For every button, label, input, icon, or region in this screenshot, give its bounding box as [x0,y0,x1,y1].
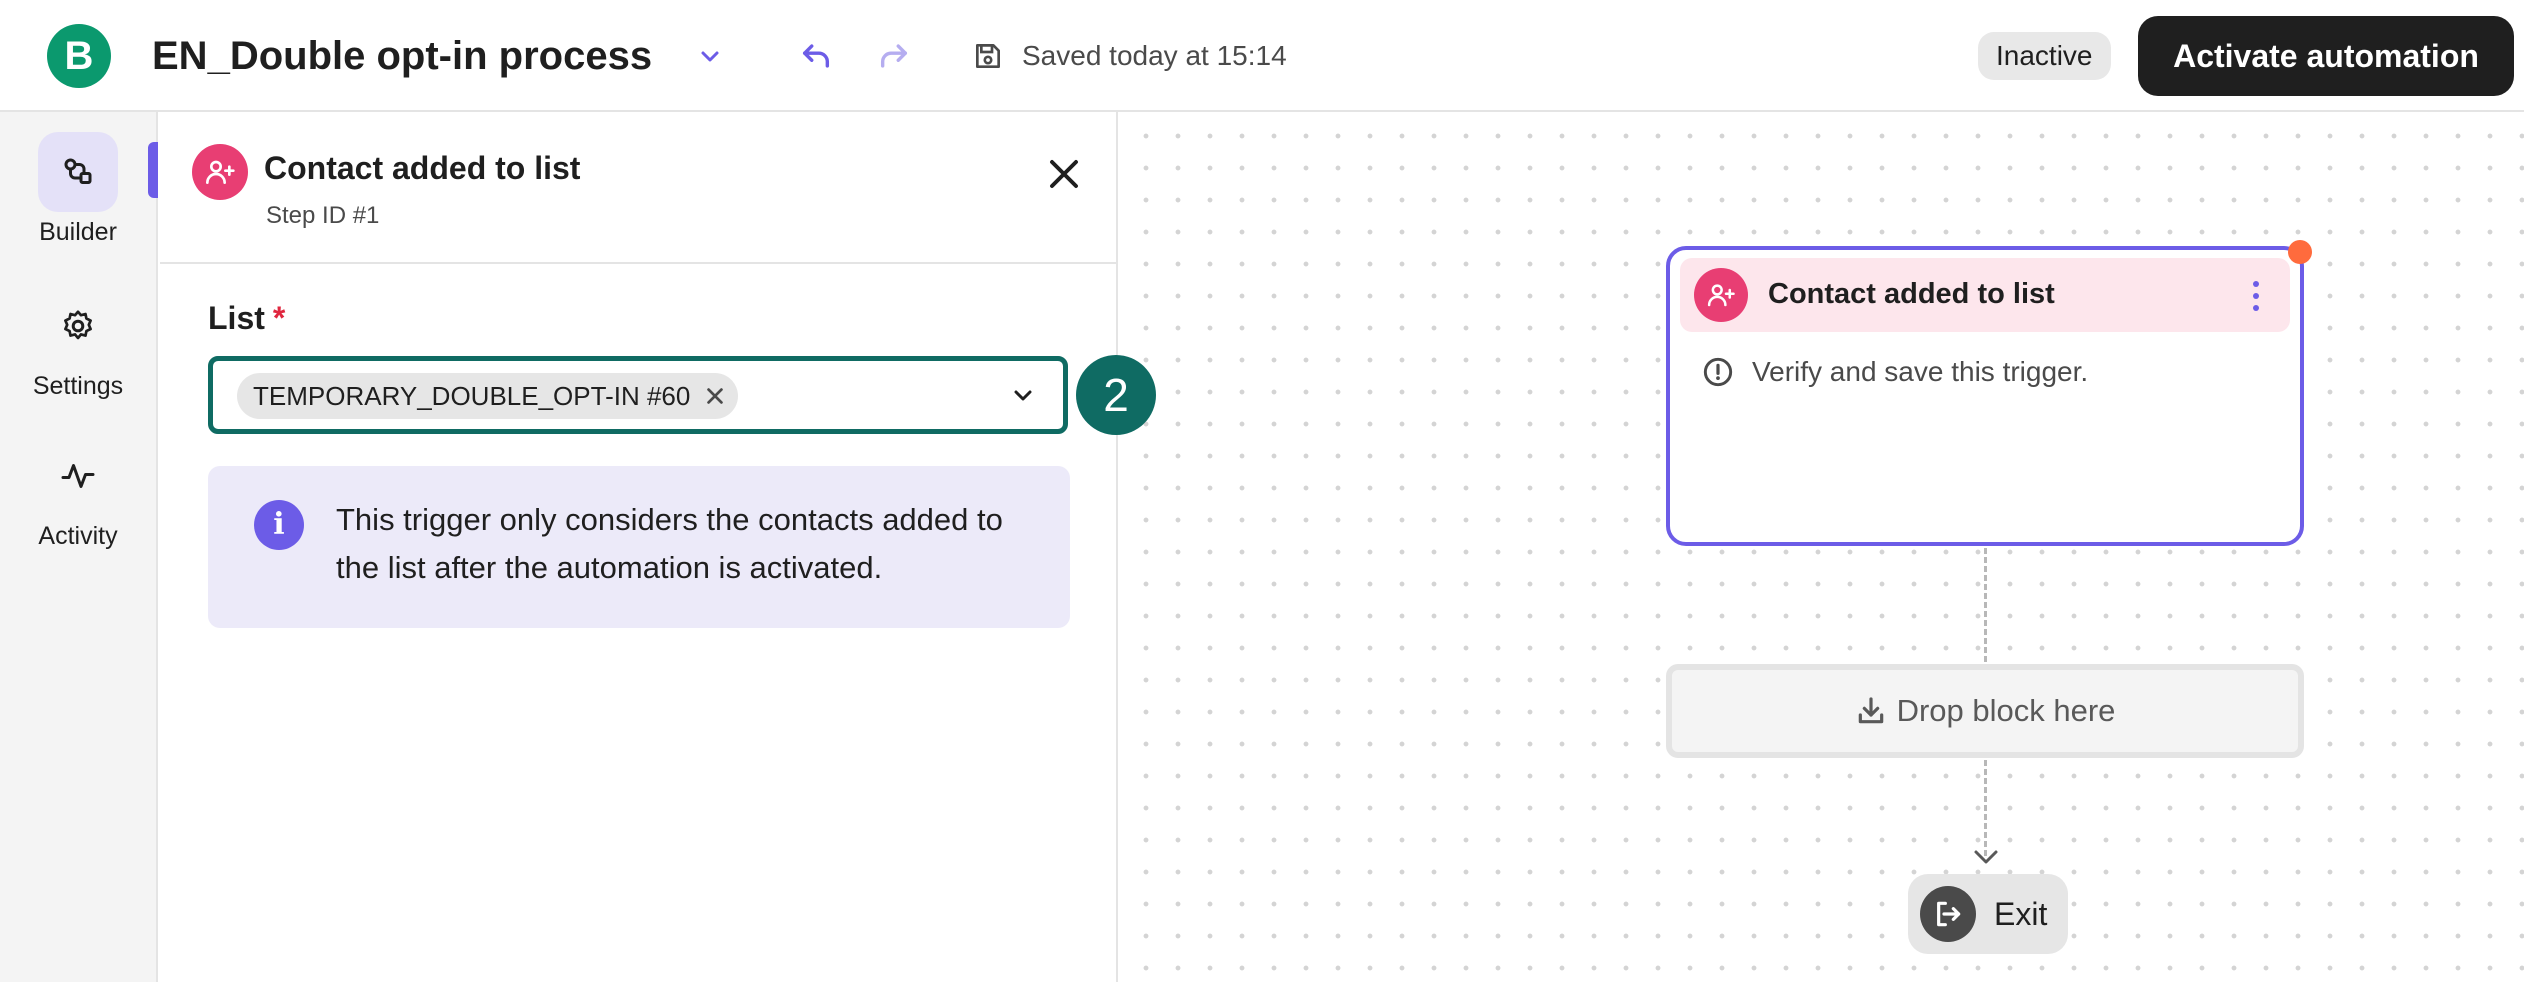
nav-label: Activity [38,522,118,550]
list-select[interactable]: TEMPORARY_DOUBLE_OPT-IN #60 [208,356,1068,434]
unsaved-indicator [2288,240,2312,264]
save-status: Saved today at 15:14 [972,34,1287,78]
redo-icon [880,44,908,68]
list-dropdown-toggle[interactable] [1007,379,1039,411]
save-status-text: Saved today at 15:14 [1022,40,1287,71]
exit-node[interactable]: Exit [1908,874,2068,954]
status-badge: Inactive [1978,32,2111,80]
remove-list-button[interactable] [704,385,726,407]
save-icon [976,44,1000,68]
required-indicator: * [272,300,286,336]
user-add-icon [1694,268,1748,322]
close-panel-button[interactable] [1036,146,1092,202]
chevron-down-icon [1014,390,1032,401]
selected-list-chip: TEMPORARY_DOUBLE_OPT-IN #60 [237,373,739,419]
nav-label: Builder [39,218,117,246]
info-text: This trigger only considers the contacts… [336,502,1003,585]
nav-label: Settings [32,372,124,400]
connector-line [1984,548,1987,662]
nav-item-builder[interactable]: Builder [0,132,156,247]
step-id: Step ID #1 [266,202,380,229]
chevron-down-icon [701,51,719,62]
exit-icon [1920,886,1976,942]
builder-icon [38,132,118,212]
list-field-label: List * [208,300,285,337]
drop-block-zone[interactable]: Drop block here [1666,664,2304,758]
exit-label: Exit [1994,895,2048,932]
more-vertical-icon [2253,281,2259,311]
undo-icon [802,44,830,68]
connector-line [1984,760,1987,856]
activity-icon [38,436,118,516]
user-add-icon [192,144,248,200]
step-number-badge: 2 [1076,355,1156,435]
list-label-text: List [208,300,265,336]
info-message: i This trigger only considers the contac… [208,466,1070,628]
trigger-node-title: Contact added to list [1768,278,2055,310]
drop-block-label: Drop block here [1896,693,2116,728]
top-bar: B EN_Double opt-in process Saved today a… [0,0,2524,112]
activate-automation-button[interactable]: Activate automation [2138,16,2514,96]
undo-button[interactable] [794,34,838,78]
trigger-warning: Verify and save this trigger. [1702,356,2088,388]
trigger-settings-panel: Contact added to list Step ID #1 List * T… [160,112,1156,982]
workflow-canvas[interactable]: Contact added to list Verify and save th… [1120,112,2524,982]
trigger-warning-text: Verify and save this trigger. [1752,356,2089,387]
panel-title: Contact added to list [264,150,581,186]
node-menu-button[interactable] [2246,276,2266,316]
trigger-node-header: Contact added to list [1680,258,2290,332]
redo-button[interactable] [872,34,916,78]
nav-item-settings[interactable]: Settings [0,286,156,401]
brand-logo[interactable]: B [47,24,111,88]
close-icon [707,388,724,404]
panel-header: Contact added to list Step ID #1 [160,112,1116,264]
gear-icon [38,286,118,366]
download-icon [1858,697,1883,724]
arrow-down-icon [1974,850,1998,864]
selected-list-label: TEMPORARY_DOUBLE_OPT-IN #60 [253,380,691,411]
trigger-node[interactable]: Contact added to list Verify and save th… [1666,246,2304,546]
title-dropdown-button[interactable] [690,34,730,78]
left-navigation: Builder Settings Activity [0,112,158,982]
nav-item-activity[interactable]: Activity [0,436,156,551]
close-icon [1050,160,1078,188]
warning-icon [1703,357,1733,387]
automation-title[interactable]: EN_Double opt-in process [152,26,652,86]
info-icon: i [254,500,304,550]
